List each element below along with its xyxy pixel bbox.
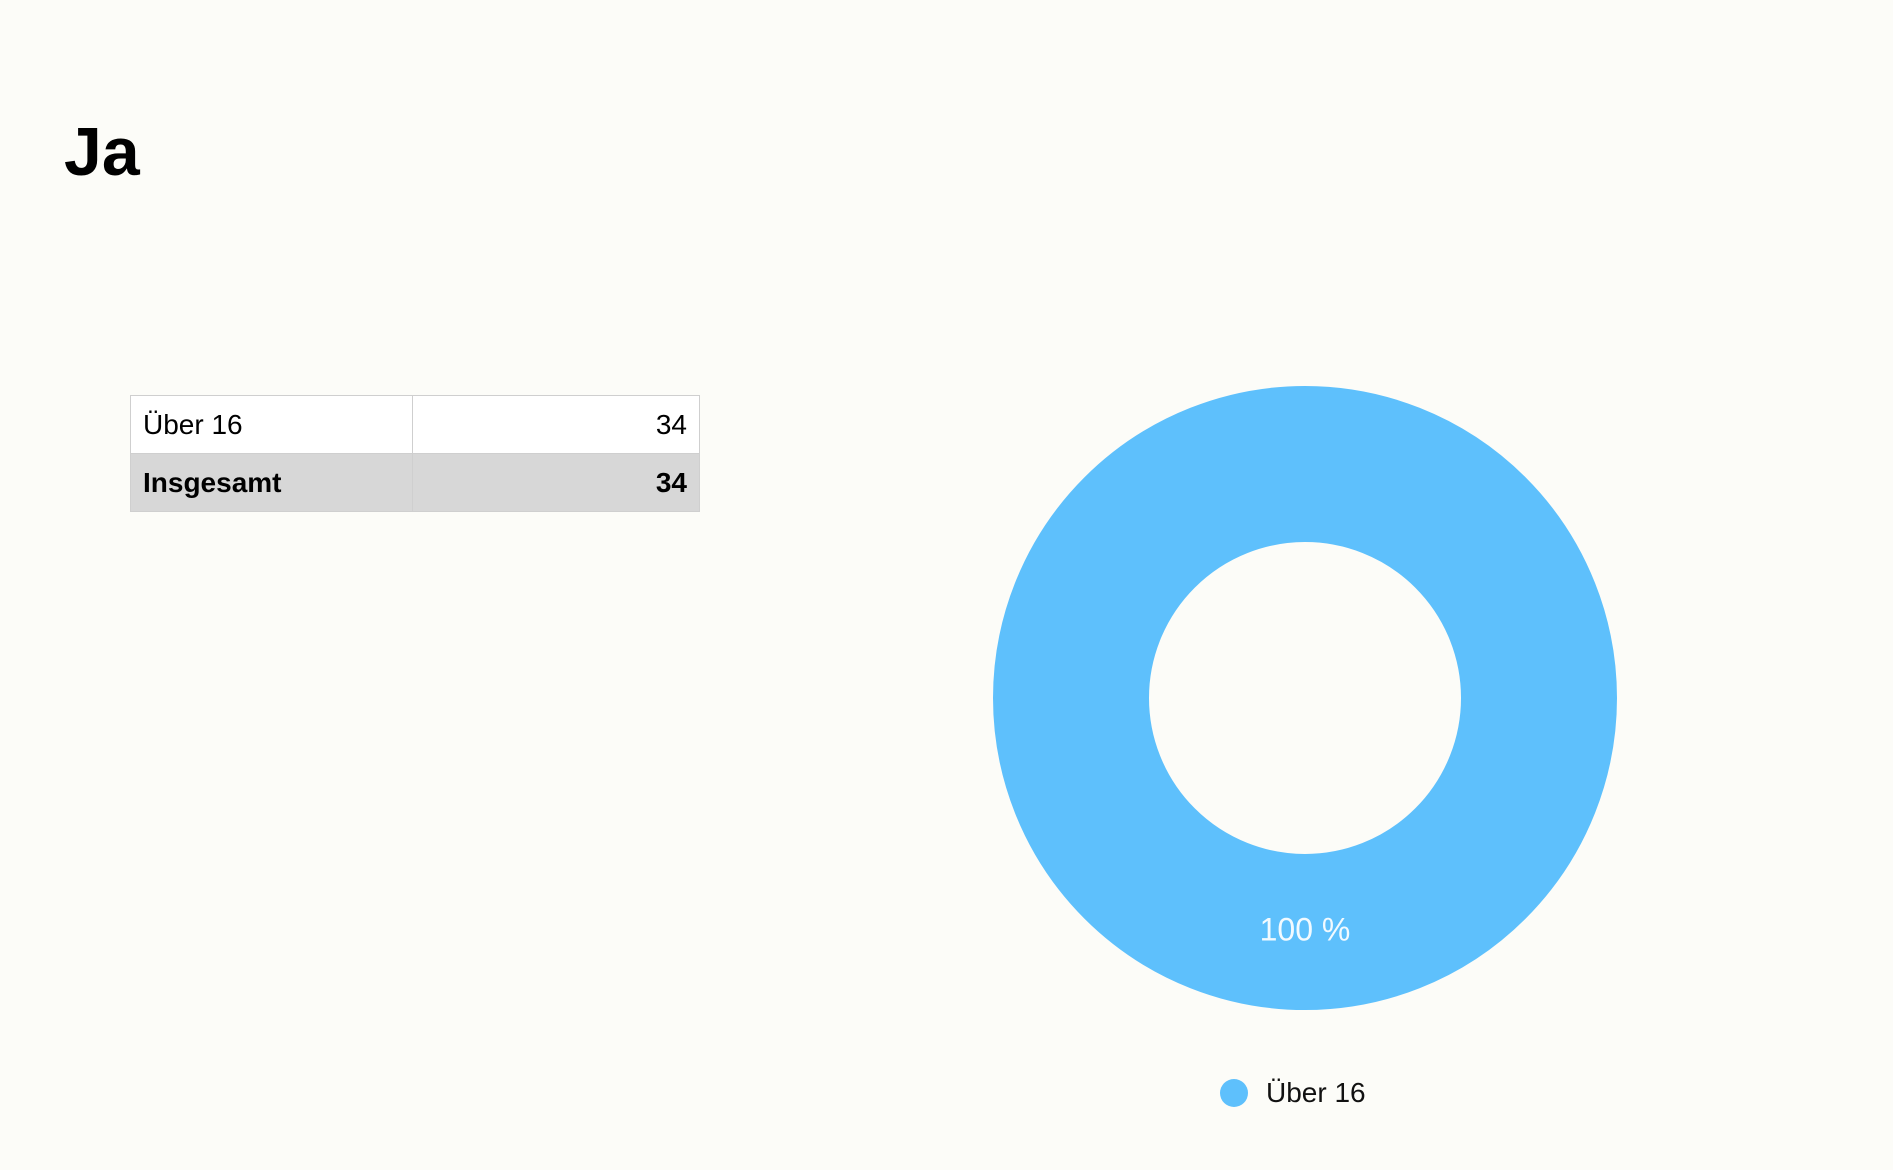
table-total-row: Insgesamt 34 <box>130 453 700 512</box>
table-row: Über 16 34 <box>130 395 700 454</box>
table-row-value: 34 <box>412 395 700 454</box>
slice-percent-label: 100 % <box>1260 911 1351 947</box>
table-total-value: 34 <box>412 453 700 512</box>
slide-title: Ja <box>64 114 140 190</box>
donut-chart: 100 % <box>993 386 1618 1010</box>
legend-label: Über 16 <box>1266 1077 1366 1108</box>
table-total-label: Insgesamt <box>130 453 413 512</box>
chart-legend: Über 16 <box>1220 1073 1366 1113</box>
table-row-label: Über 16 <box>130 395 413 454</box>
donut-slice <box>993 386 1618 1010</box>
data-table: Über 16 34 Insgesamt 34 <box>130 395 700 512</box>
legend-swatch <box>1220 1079 1248 1107</box>
